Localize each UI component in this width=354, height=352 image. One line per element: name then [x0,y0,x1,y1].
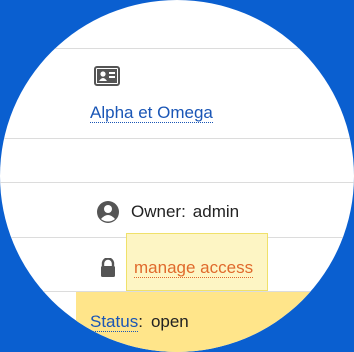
id-card-icon [94,66,120,86]
owner-label: Owner: [131,202,186,221]
divider [0,48,354,49]
status-separator: : [138,312,143,331]
lock-icon [100,258,116,278]
status-value: open [150,312,189,331]
status-row: Status : open [90,312,354,332]
identity-icon-row [94,66,354,86]
owner-value: admin [192,202,240,221]
user-circle-icon [96,200,120,224]
divider [0,182,354,183]
divider [0,138,354,139]
owner-row: Owner: admin [96,200,354,224]
status-label-link[interactable]: Status [90,312,139,332]
access-row: manage access [100,258,354,278]
magnified-view: Alpha et Omega Owner: admin manage acces… [0,0,354,352]
manage-access-link[interactable]: manage access [134,258,254,278]
identity-row: Alpha et Omega [90,104,354,123]
identity-link[interactable]: Alpha et Omega [90,104,213,123]
